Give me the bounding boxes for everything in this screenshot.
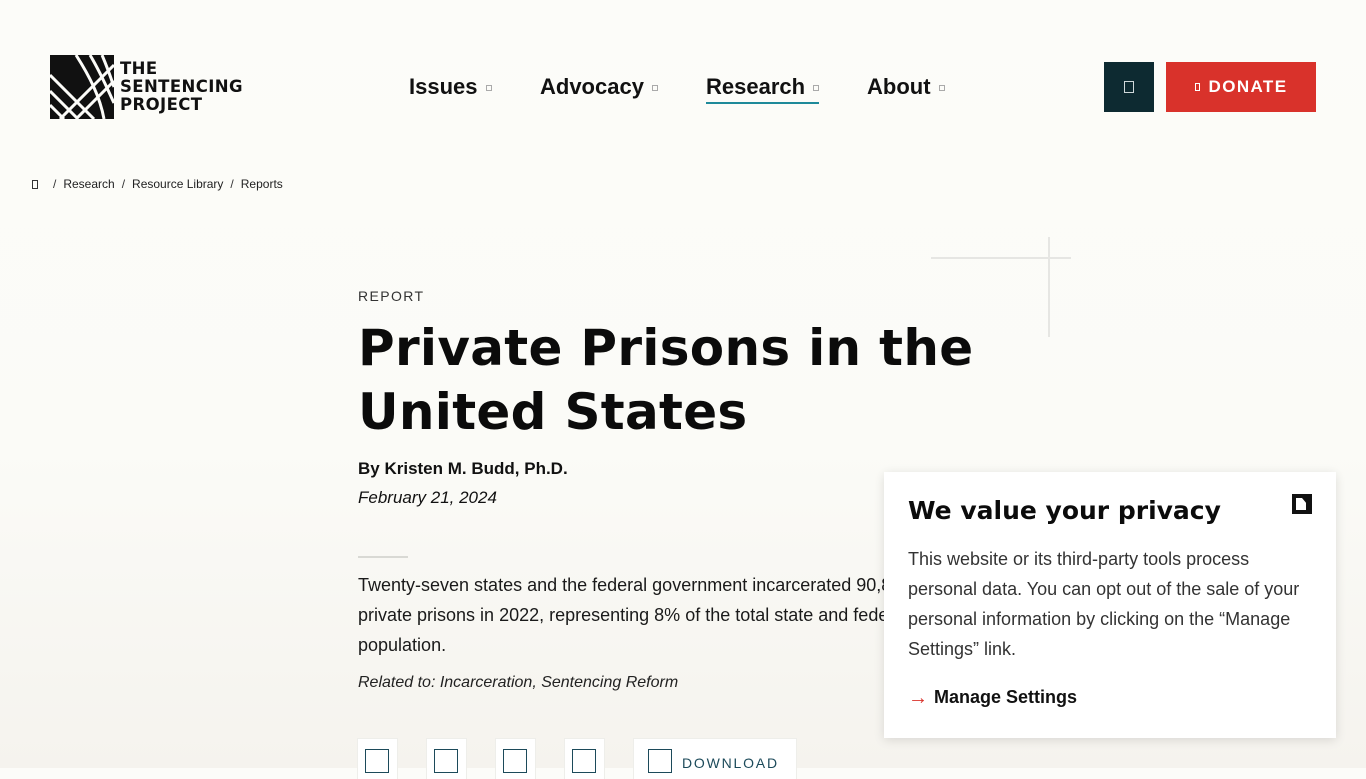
download-icon	[648, 749, 672, 773]
close-icon[interactable]	[1292, 494, 1312, 514]
search-icon	[1124, 81, 1134, 93]
home-icon[interactable]	[32, 179, 38, 189]
breadcrumb-resource-library[interactable]: Resource Library	[132, 177, 223, 191]
nav-item-issues[interactable]: Issues	[409, 72, 492, 102]
download-label: DOWNLOAD	[682, 755, 779, 771]
summary-line: Twenty-seven states and the federal gove…	[358, 575, 892, 595]
donate-label: DONATE	[1208, 77, 1288, 96]
share-button-twitter[interactable]	[427, 739, 466, 779]
privacy-title: We value your privacy	[908, 496, 1221, 525]
nav-item-advocacy[interactable]: Advocacy	[540, 72, 658, 102]
sentencing-project-logo-icon	[50, 55, 114, 119]
decorative-line	[1048, 237, 1050, 337]
breadcrumb-separator: /	[121, 177, 126, 191]
heart-icon	[1194, 83, 1200, 91]
donate-button[interactable]: DONATE	[1166, 62, 1316, 112]
article-author[interactable]: By Kristen M. Budd, Ph.D.	[358, 459, 568, 479]
chevron-down-icon	[651, 85, 658, 91]
breadcrumb-research[interactable]: Research	[63, 177, 114, 191]
share-button-facebook[interactable]	[358, 739, 397, 779]
manage-settings-link[interactable]: → Manage Settings	[908, 687, 1077, 708]
site-logo[interactable]: THE SENTENCING PROJECT	[50, 55, 243, 119]
logo-line-2: SENTENCING	[120, 77, 243, 96]
privacy-dialog: We value your privacy This website or it…	[884, 472, 1336, 738]
nav-item-label: Issues	[409, 74, 478, 99]
chevron-down-icon	[813, 85, 820, 91]
privacy-body: This website or its third-party tools pr…	[908, 549, 1300, 659]
email-icon	[503, 749, 527, 773]
logo-wordmark: THE SENTENCING PROJECT	[120, 60, 243, 114]
nav-item-research[interactable]: Research	[706, 72, 820, 104]
download-button[interactable]: DOWNLOAD	[634, 739, 796, 779]
chevron-down-icon	[485, 85, 492, 91]
breadcrumb-reports[interactable]: Reports	[241, 177, 283, 191]
summary-line: population.	[358, 635, 447, 655]
nav-item-about[interactable]: About	[867, 72, 945, 102]
article-type: REPORT	[358, 288, 425, 304]
facebook-icon	[365, 749, 389, 773]
decorative-line	[931, 257, 1071, 259]
breadcrumb-separator: /	[53, 177, 57, 191]
search-button[interactable]	[1104, 62, 1154, 112]
nav-item-label: Research	[706, 74, 806, 99]
article-date: February 21, 2024	[358, 488, 497, 507]
nav-item-label: About	[867, 74, 931, 99]
logo-line-1: THE	[120, 59, 158, 78]
breadcrumb-separator: /	[230, 177, 234, 191]
twitter-icon	[434, 749, 458, 773]
chevron-down-icon	[938, 85, 945, 91]
print-icon	[572, 749, 596, 773]
logo-line-3: PROJECT	[120, 95, 203, 114]
summary-line: private prisons in 2022, representing 8%…	[358, 605, 889, 625]
arrow-right-icon: →	[908, 686, 928, 709]
page-title: Private Prisons in the United States	[358, 319, 974, 441]
manage-settings-label: Manage Settings	[934, 687, 1078, 707]
divider	[358, 556, 408, 558]
print-button[interactable]	[565, 739, 604, 779]
nav-item-label: Advocacy	[540, 74, 644, 99]
breadcrumb: / Research / Resource Library / Reports	[32, 177, 283, 191]
related-topics[interactable]: Related to: Incarceration, Sentencing Re…	[358, 674, 678, 692]
share-button-email[interactable]	[496, 739, 535, 779]
